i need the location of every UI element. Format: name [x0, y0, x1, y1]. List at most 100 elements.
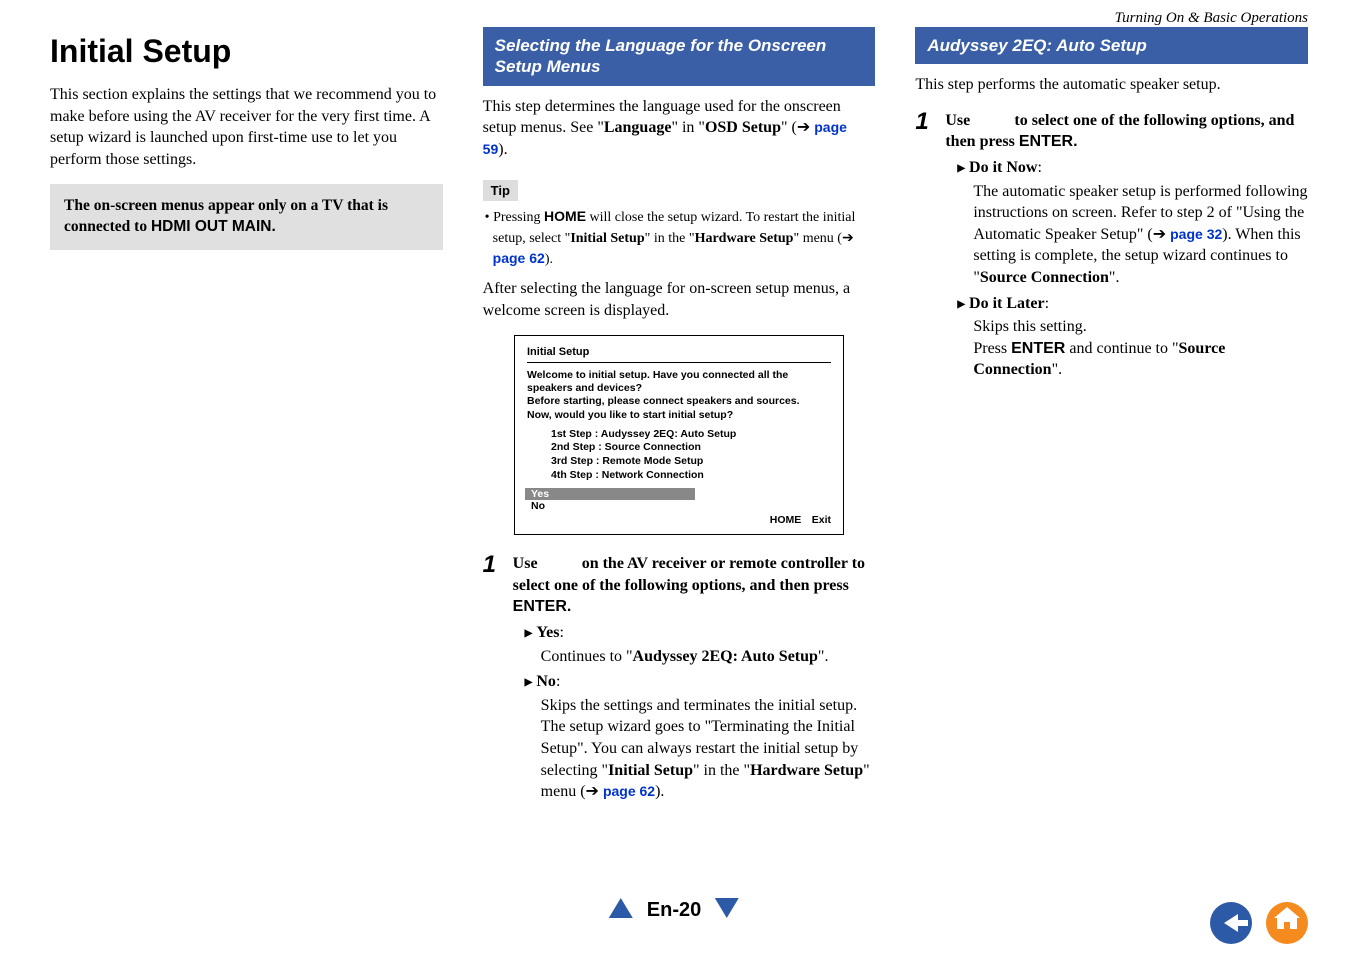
option-do-it-now: Do it Now: [945, 157, 1308, 179]
txt: Use [945, 112, 974, 129]
txt: " in the " [645, 231, 695, 246]
txt: ). [498, 141, 507, 158]
txt: ). [545, 252, 553, 267]
arrow-icon: ➔ [797, 119, 810, 136]
tip-body: • Pressing HOME will close the setup wiz… [483, 207, 876, 270]
column-1: Initial Setup This section explains the … [50, 27, 443, 954]
option-label: Do it Later [957, 295, 1044, 312]
option-label: Do it Now [957, 159, 1037, 176]
tv-note-box: The on-screen menus appear only on a TV … [50, 184, 443, 250]
option-do-it-later: Do it Later: [945, 293, 1308, 315]
step-1-col3: 1 Use ▲/▼ to select one of the following… [915, 110, 1308, 381]
wizard-intro-line: Now, would you like to start initial set… [527, 409, 831, 422]
tv-note-bold: HDMI OUT MAIN. [151, 218, 276, 235]
page-number: En-20 [647, 899, 701, 922]
language-paragraph: This step determines the language used f… [483, 96, 876, 161]
txt: Continues to " [541, 648, 633, 665]
wizard-panel: Initial Setup Welcome to initial setup. … [514, 335, 844, 535]
option-no-body: Skips the settings and terminates the in… [513, 695, 876, 803]
arrow-icon: ➔ [842, 229, 854, 245]
option-yes-body: Continues to "Audyssey 2EQ: Auto Setup". [513, 646, 876, 668]
option-do-it-now-body: The automatic speaker setup is performed… [945, 181, 1308, 289]
colon: : [1045, 295, 1049, 312]
txt-bold: Hardware Setup [695, 231, 794, 246]
triangle-down-icon [715, 898, 739, 918]
home-icon [1277, 917, 1297, 929]
txt-bold: Language [604, 119, 672, 136]
column-3: Audyssey 2EQ: Auto Setup This step perfo… [915, 27, 1308, 954]
colon: : [559, 624, 563, 641]
txt-bold: Audyssey 2EQ: Auto Setup [633, 648, 818, 665]
wizard-step: 4th Step : Network Connection [551, 469, 831, 483]
after-tip-paragraph: After selecting the language for on-scre… [483, 278, 876, 321]
breadcrumb: Turning On & Basic Operations [0, 0, 1348, 27]
wizard-step: 2nd Step : Source Connection [551, 441, 831, 455]
txt: • Pressing [485, 210, 544, 225]
link-page-62-a[interactable]: page 62 [493, 250, 545, 266]
audyssey-intro: This step performs the automatic speaker… [915, 74, 1308, 96]
enter-key: ENTER [1011, 340, 1065, 357]
column-2: Selecting the Language for the Onscreen … [483, 27, 876, 954]
step-number: 1 [915, 110, 935, 381]
colon: : [1037, 159, 1041, 176]
option-label: No [525, 673, 556, 690]
step-number: 1 [483, 553, 503, 803]
step-body: Use ▲/▼ on the AV receiver or remote con… [513, 553, 876, 803]
wizard-yes-option: Yes [525, 488, 695, 500]
arrow-icon: ➔ [1153, 226, 1166, 243]
wizard-title: Initial Setup [527, 346, 831, 363]
wizard-step: 1st Step : Audyssey 2EQ: Auto Setup [551, 428, 831, 442]
page-footer: En-20 [0, 898, 1348, 944]
txt-bold: Source Connection [980, 269, 1109, 286]
page-title: Initial Setup [50, 33, 443, 70]
footer-right [1210, 902, 1308, 944]
txt-bold: OSD Setup [705, 119, 781, 136]
step-body: Use ▲/▼ to select one of the following o… [945, 110, 1308, 381]
footer-center: En-20 [609, 898, 739, 923]
colon: : [556, 673, 560, 690]
option-yes: Yes: [513, 622, 876, 644]
enter-key: ENTER. [513, 598, 572, 615]
link-page-62-b[interactable]: page 62 [603, 783, 655, 799]
txt: ". [818, 648, 829, 665]
txt-bold: Initial Setup [608, 762, 693, 779]
txt: " in the " [693, 762, 750, 779]
next-page-button[interactable] [715, 898, 739, 923]
wizard-steps: 1st Step : Audyssey 2EQ: Auto Setup 2nd … [527, 428, 831, 483]
option-label: Yes [525, 624, 560, 641]
home-button[interactable] [1266, 902, 1308, 944]
triangle-up-icon [609, 898, 633, 918]
intro-paragraph: This section explains the settings that … [50, 84, 443, 170]
wizard-intro-line: Welcome to initial setup. Have you conne… [527, 369, 831, 395]
wizard-intro: Welcome to initial setup. Have you conne… [527, 369, 831, 422]
enter-key: ENTER. [1019, 133, 1078, 150]
section-header-audyssey: Audyssey 2EQ: Auto Setup [915, 27, 1308, 64]
txt: and continue to " [1065, 340, 1178, 357]
wizard-no-option: No [527, 500, 831, 512]
txt: ". [1109, 269, 1120, 286]
txt-bold: Hardware Setup [750, 762, 863, 779]
tip-label: Tip [483, 180, 518, 201]
wizard-step: 3rd Step : Remote Mode Setup [551, 455, 831, 469]
arrow-icon: ➔ [586, 783, 599, 800]
wizard-intro-line: Before starting, please connect speakers… [527, 395, 831, 408]
txt: ). [655, 783, 664, 800]
txt: " menu ( [793, 231, 841, 246]
wizard-footer: HOME Exit [527, 514, 831, 526]
prev-page-button[interactable] [609, 898, 633, 923]
section-header-language: Selecting the Language for the Onscreen … [483, 27, 876, 86]
txt: Skips this setting. [973, 316, 1308, 338]
back-arrow-icon [1224, 914, 1238, 932]
txt: Use [513, 555, 542, 572]
txt: " ( [781, 119, 797, 136]
txt: " in " [671, 119, 705, 136]
back-button[interactable] [1210, 902, 1252, 944]
txt-line: Press ENTER and continue to "Source Conn… [973, 338, 1308, 381]
option-do-it-later-body: Skips this setting. Press ENTER and cont… [945, 316, 1308, 381]
txt-bold: Initial Setup [570, 231, 644, 246]
txt-bold: HOME [544, 208, 586, 224]
link-page-32[interactable]: page 32 [1170, 226, 1222, 242]
option-no: No: [513, 671, 876, 693]
step-1-col2: 1 Use ▲/▼ on the AV receiver or remote c… [483, 553, 876, 803]
txt: Press [973, 340, 1011, 357]
